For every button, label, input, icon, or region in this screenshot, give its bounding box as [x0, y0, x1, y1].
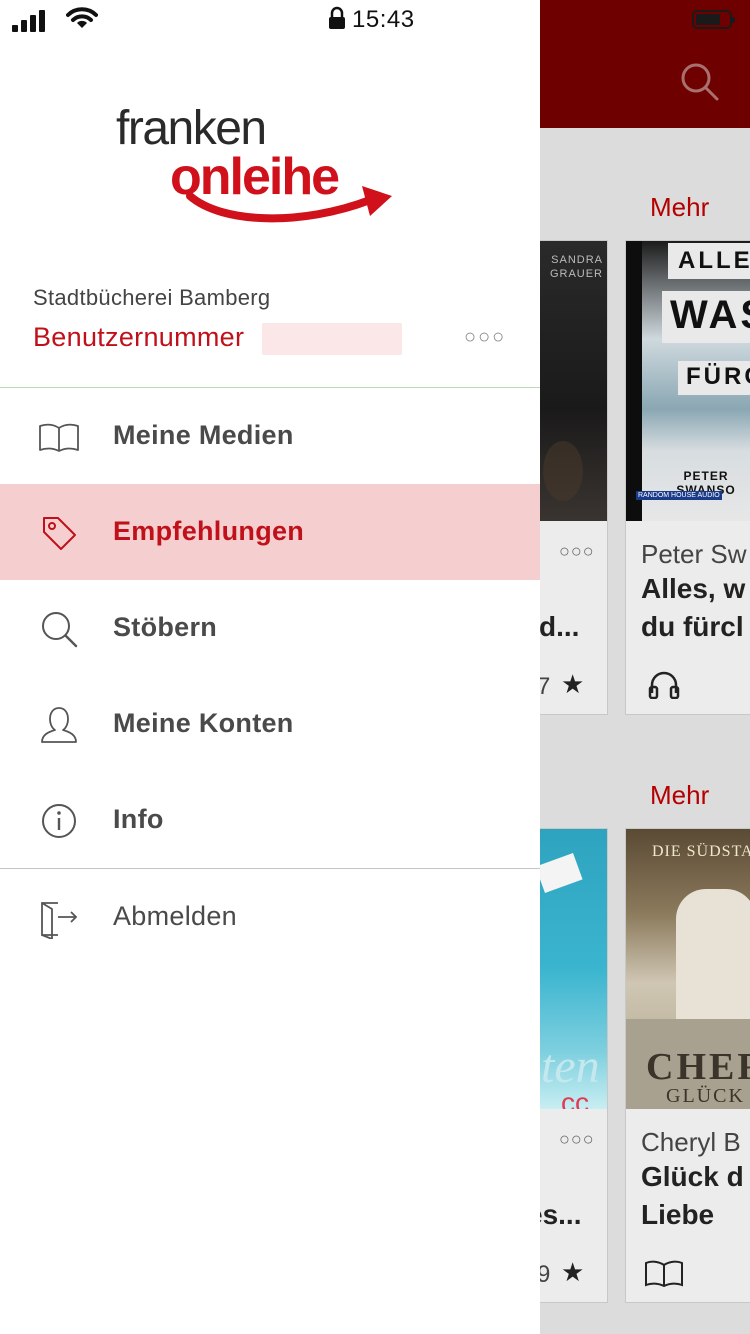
more-dots-icon[interactable]: ○○○ [464, 326, 506, 349]
status-time: 15:43 [352, 6, 415, 33]
navigation-drawer: 15:43 franken onleihe Stadtbücherei Bamb… [0, 0, 540, 1334]
menu-item-label: Meine Konten [113, 708, 294, 738]
more-dots-icon: ○○○ [559, 541, 595, 561]
mehr-link: Mehr [650, 192, 710, 222]
franken-onleihe-logo: franken onleihe [116, 102, 392, 223]
mehr-link: Mehr [650, 780, 710, 810]
menu-item-empfehlungen[interactable]: Empfehlungen [0, 484, 540, 580]
logout-icon [41, 902, 78, 939]
media-card: ALLES WAS FÜRC PETER SWANSO RANDOM HOUSE… [625, 240, 750, 715]
wifi-icon [66, 7, 98, 28]
status-bar: 15:43 [0, 0, 540, 40]
user-number-label: Benutzernummer [33, 322, 245, 352]
book-cover: ALLES WAS FÜRC PETER SWANSO RANDOM HOUSE… [626, 241, 750, 521]
menu-item-meine-medien[interactable]: Meine Medien [0, 388, 540, 484]
menu-item-meine-konten[interactable]: Meine Konten [0, 676, 540, 772]
background-header [540, 0, 750, 128]
book-cover: SANDRA GRAUER [540, 241, 607, 521]
menu-item-label: Abmelden [113, 901, 237, 931]
battery-icon [692, 10, 735, 29]
more-dots-icon: ○○○ [559, 1129, 595, 1149]
menu-item-label: Stöbern [113, 612, 218, 642]
star-icon: ★ [561, 1257, 585, 1287]
media-card: SANDRA GRAUER ○○○ d... 7 ★ [540, 240, 608, 715]
search-icon [42, 612, 78, 648]
library-name: Stadtbücherei Bamberg [33, 285, 271, 310]
user-number-value [262, 323, 402, 355]
book-cover: ten cc [540, 829, 607, 1109]
media-card: DIE SÜDSTA CHERY GLÜCK Cheryl B Glück d … [625, 828, 750, 1303]
media-card: ten cc ○○○ es... 9 ★ [540, 828, 608, 1303]
menu-item-label: Empfehlungen [113, 516, 305, 546]
book-icon [645, 1260, 683, 1287]
book-cover: DIE SÜDSTA CHERY GLÜCK [626, 829, 750, 1109]
menu-item-label: Info [113, 804, 164, 834]
headphones-icon [648, 671, 680, 699]
menu-item-info[interactable]: Info [0, 772, 540, 868]
tag-icon [43, 517, 76, 550]
background-search-icon [681, 63, 719, 101]
book-icon [39, 423, 79, 452]
logout-button[interactable]: Abmelden [0, 869, 540, 965]
info-icon [42, 804, 76, 838]
lock-icon [329, 6, 345, 29]
background-app: Mehr Mehr SANDRA GRAUER ○○○ d... 7 ★ ALL… [540, 0, 750, 1334]
signal-strength-icon [12, 10, 45, 32]
menu-item-stoebern[interactable]: Stöbern [0, 580, 540, 676]
user-icon [41, 707, 77, 743]
menu-item-label: Meine Medien [113, 420, 294, 450]
star-icon: ★ [561, 669, 585, 699]
